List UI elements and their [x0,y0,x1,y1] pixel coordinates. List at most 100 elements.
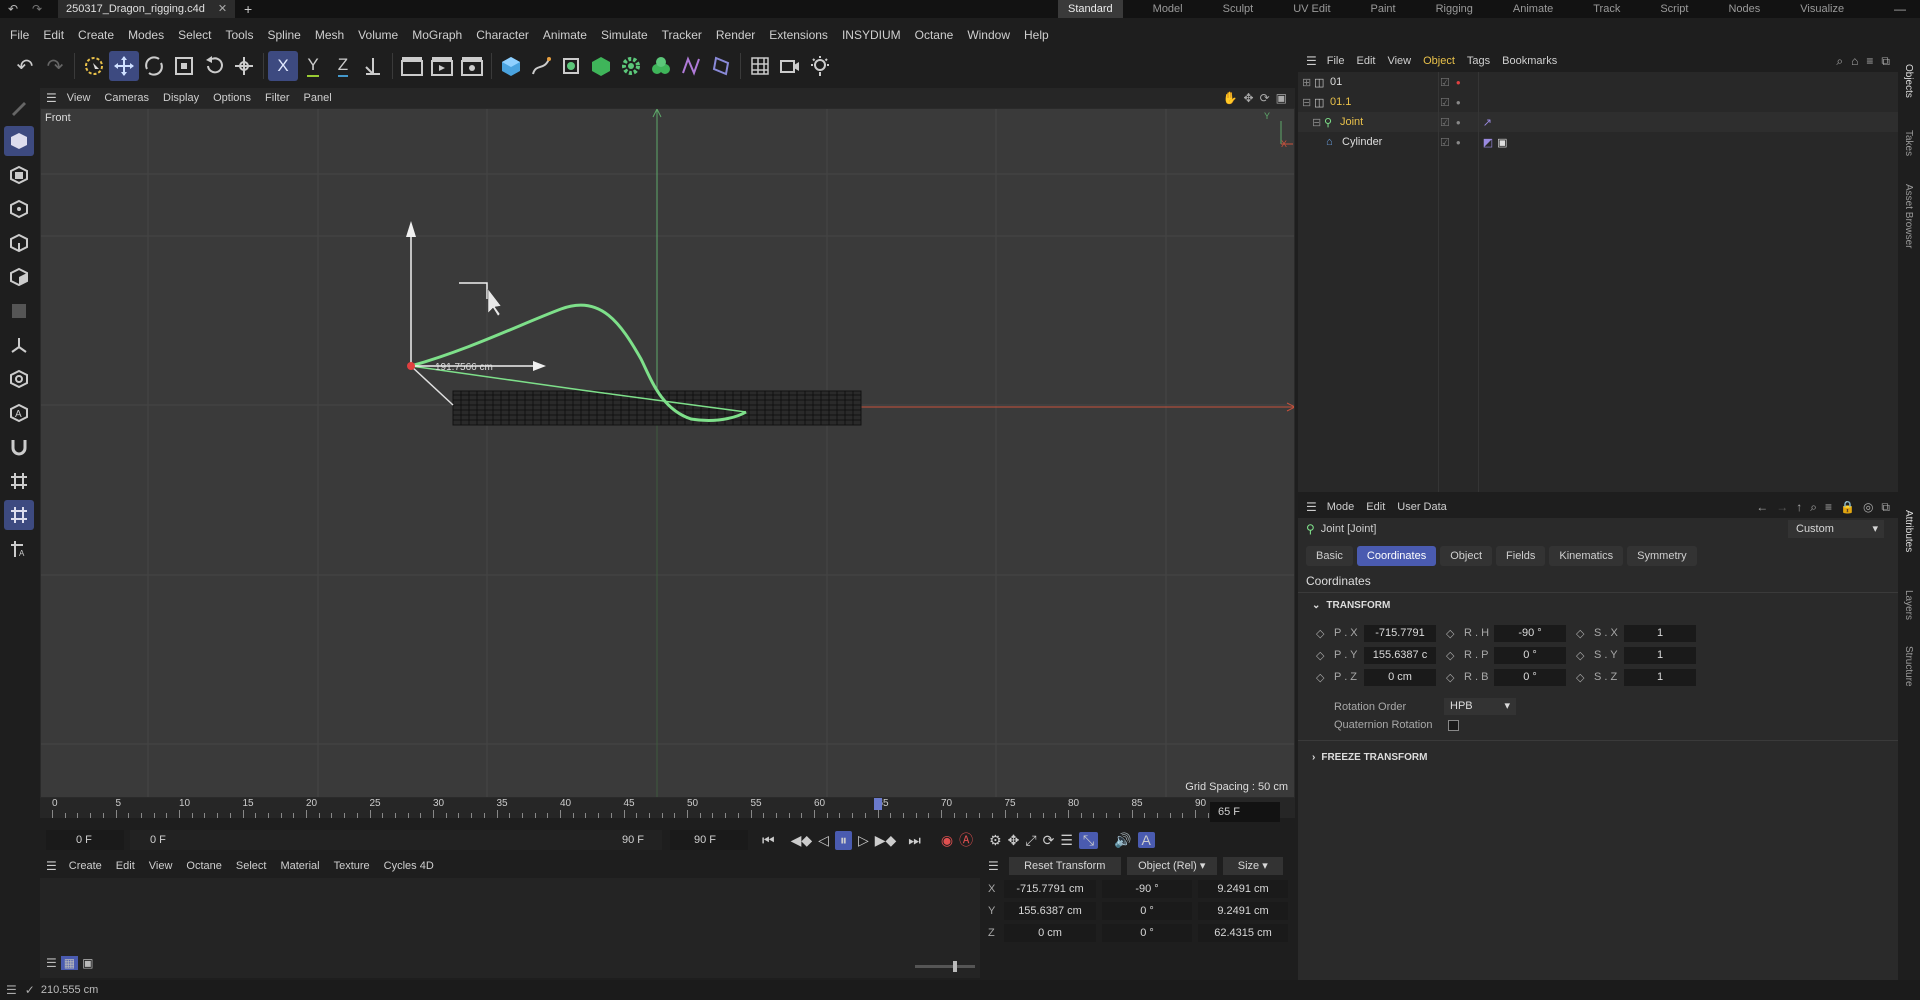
visibility-dots-icon[interactable]: ● [1456,138,1461,147]
coordinate-system-button[interactable] [358,51,388,81]
visibility-check-icon[interactable]: ☑ [1440,136,1450,149]
z-axis-lock-button[interactable]: Z [328,51,358,81]
end-frame-field[interactable]: 90 F [670,830,748,850]
reset-transform-button[interactable]: Reset Transform [1008,857,1121,875]
viewport-menu-panel[interactable]: Panel [304,92,332,104]
layout-tab-paint[interactable]: Paint [1361,0,1406,18]
file-tab[interactable]: 250317_Dragon_rigging.c4d ✕ [58,0,236,18]
live-selection-button[interactable] [79,51,109,81]
hamburger-icon[interactable]: ☰ [46,91,57,105]
viewport-menu-cameras[interactable]: Cameras [104,92,149,104]
side-tab-takes[interactable]: Takes [1903,130,1914,156]
key-rotation-icon[interactable]: ⟳ [1043,832,1055,849]
hamburger-icon[interactable]: ☰ [46,859,57,873]
menu-window[interactable]: Window [967,28,1010,42]
back-arrow-icon[interactable]: ← [1756,500,1768,515]
menu-insydium[interactable]: INSYDIUM [842,28,901,42]
keyframe-diamond-icon[interactable]: ◇ [1446,627,1464,640]
spline-pen-button[interactable] [526,51,556,81]
expand-icon[interactable]: ⊞ [1302,76,1314,89]
gizmo-plane-handle[interactable] [459,282,488,299]
menu-animate[interactable]: Animate [543,28,587,42]
visibility-dots-icon[interactable]: ● [1456,98,1461,107]
object-menu-bookmarks[interactable]: Bookmarks [1502,55,1557,67]
material-menu-edit[interactable]: Edit [116,860,135,872]
filter-icon[interactable]: ≡ [1866,54,1873,69]
deformer-button[interactable] [676,51,706,81]
collapse-icon[interactable]: ⊟ [1312,116,1324,129]
side-tab-structure[interactable]: Structure [1903,646,1914,687]
locked-workplane-button[interactable] [4,500,34,530]
search-icon[interactable]: ⌕ [1810,500,1817,515]
layout-tab-model[interactable]: Model [1143,0,1193,18]
keyframe-diamond-icon[interactable]: ◇ [1576,627,1594,640]
menu-create[interactable]: Create [78,28,114,42]
tab-symmetry[interactable]: Symmetry [1627,546,1697,566]
coordinate-space-select[interactable]: Object (Rel) ▾ [1126,857,1217,875]
menu-select[interactable]: Select [178,28,211,42]
visibility-dots-icon[interactable]: ● [1456,118,1461,127]
tab-object[interactable]: Object [1440,546,1493,566]
coord-x-position-field[interactable]: -715.7791 cm [1004,880,1096,898]
model-mode-button[interactable] [4,126,34,156]
snap-button[interactable] [4,432,34,462]
extrude-button[interactable] [586,51,616,81]
dolly-icon[interactable]: ✥ [1244,91,1254,105]
menu-file[interactable]: File [10,28,29,42]
collapse-icon[interactable]: ⊟ [1302,96,1314,109]
menu-spline[interactable]: Spline [267,28,300,42]
tab-coordinates[interactable]: Coordinates [1356,546,1437,566]
menu-simulate[interactable]: Simulate [601,28,648,42]
previous-frame-icon[interactable]: ◁ [818,832,829,849]
forward-arrow-icon[interactable]: → [1776,500,1788,515]
timeline-ruler[interactable]: 0 5 10 15 20 25 30 35 40 45 50 55 60 65 70 75 80 85 90 65 … [40,798,1295,822]
start-frame-field[interactable]: 0 F [46,830,124,850]
x-axis-lock-button[interactable]: X [268,51,298,81]
axis-mode-button[interactable] [4,330,34,360]
visibility-dots-icon[interactable]: ● [1456,78,1461,87]
points-mode-button[interactable] [4,194,34,224]
coord-z-position-field[interactable]: 0 cm [1004,924,1096,942]
key-parameter-icon[interactable]: ☰ [1060,832,1073,849]
new-window-icon[interactable]: ⧉ [1881,54,1890,69]
new-window-icon[interactable]: ⧉ [1881,500,1890,515]
ik-tag-icon[interactable]: ↗ [1483,116,1492,129]
attribute-menu-user-data[interactable]: User Data [1397,501,1447,513]
minimize-icon[interactable]: — [1894,0,1906,18]
auto-key-button[interactable]: A [4,398,34,428]
side-tab-layers[interactable]: Layers [1903,590,1914,620]
large-view-icon[interactable]: ▣ [82,956,93,970]
viewport-menu-options[interactable]: Options [213,92,251,104]
key-settings-icon[interactable]: ⚙ [989,832,1002,849]
weight-tag-icon[interactable]: ◩ [1483,136,1493,149]
pause-button[interactable]: ⏸ [834,830,852,850]
workplane-button[interactable] [4,466,34,496]
cube-button[interactable] [496,51,526,81]
preset-select[interactable]: Custom ▾ [1788,520,1884,538]
gizmo-y-arrow[interactable] [406,221,416,237]
transform-button[interactable] [229,51,259,81]
side-tab-asset-browser[interactable]: Asset Browser [1903,184,1914,248]
grid-button[interactable] [745,51,775,81]
search-icon[interactable]: ⌕ [1836,54,1843,69]
mograph-button[interactable] [646,51,676,81]
redo-button[interactable]: ↷ [40,51,70,81]
menu-character[interactable]: Character [476,28,529,42]
coord-z-size-field[interactable]: 62.4315 cm [1198,924,1288,942]
tab-kinematics[interactable]: Kinematics [1549,546,1624,566]
pos-x-field[interactable]: -715.7791 [1364,624,1436,642]
object-row-01[interactable]: ⊞ ◫ 01 ☑ ● [1298,72,1898,92]
pan-icon[interactable]: ✋ [1223,91,1238,105]
go-to-end-icon[interactable]: ⏭ [908,832,921,849]
coord-y-position-field[interactable]: 155.6387 cm [1004,902,1096,920]
object-menu-tags[interactable]: Tags [1467,55,1490,67]
solo-button[interactable] [4,364,34,394]
menu-volume[interactable]: Volume [358,28,398,42]
hamburger-icon[interactable]: ☰ [1306,54,1317,68]
target-icon[interactable]: ◎ [1863,500,1873,515]
material-panel[interactable]: ☰ ▦ ▣ [40,878,980,978]
hamburger-icon[interactable]: ☰ [6,983,17,997]
keyframe-diamond-icon[interactable]: ◇ [1446,649,1464,662]
pos-y-field[interactable]: 155.6387 c [1364,646,1436,664]
menu-octane[interactable]: Octane [915,28,954,42]
